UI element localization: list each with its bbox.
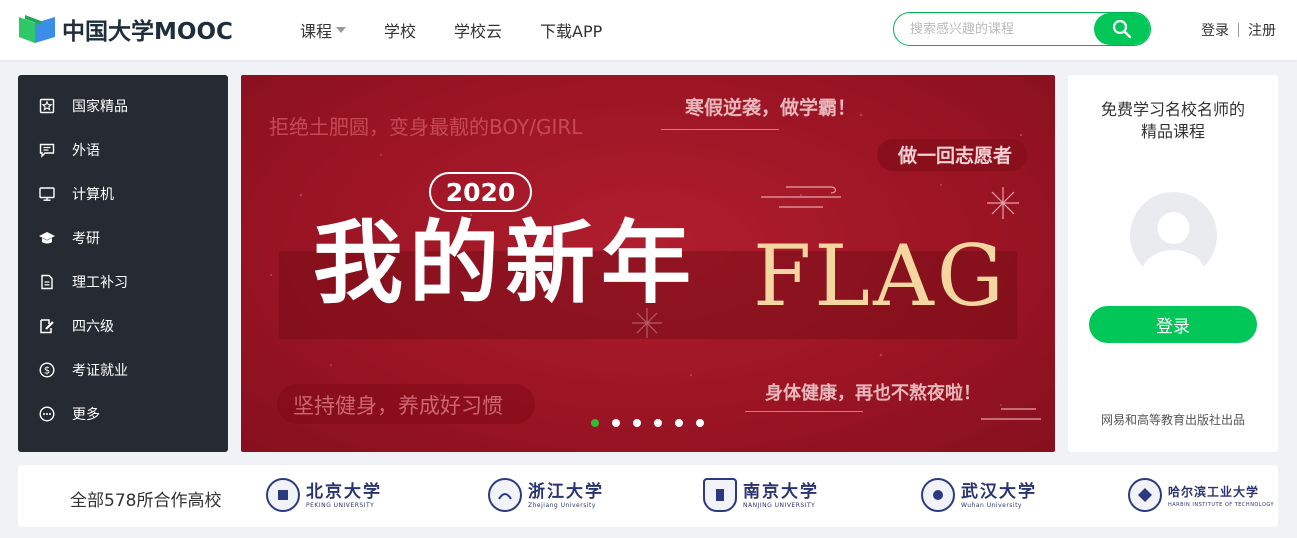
sidebar-item-foreign-language[interactable]: 外语 xyxy=(18,128,228,172)
top-header: 中国大学MOOC 课程 学校 学校云 下载APP 登录 注册 xyxy=(0,0,1297,60)
register-link[interactable]: 注册 xyxy=(1248,20,1276,40)
partner-pku[interactable]: 北京大学 PEKING UNIVERSITY xyxy=(266,478,382,512)
banner-slogan-top-left: 拒绝土肥圆，变身最靓的BOY/GIRL xyxy=(269,115,583,139)
svg-text:$: $ xyxy=(44,366,50,377)
sidebar-item-label: 计算机 xyxy=(72,187,114,203)
sidebar-item-computer[interactable]: 计算机 xyxy=(18,172,228,216)
nav-courses-label: 课程 xyxy=(300,22,333,41)
main-nav: 课程 学校 学校云 下载APP xyxy=(300,0,640,60)
partner-nju[interactable]: 南京大学 NANJING UNIVERSITY xyxy=(703,478,819,512)
sidebar-item-more[interactable]: 更多 xyxy=(18,392,228,436)
sidebar-item-label: 更多 xyxy=(72,407,100,423)
nav-courses[interactable]: 课程 xyxy=(300,18,347,42)
logo-text: 中国大学MOOC xyxy=(62,19,233,45)
banner-slogan-top-right: 寒假逆袭，做学霸！ xyxy=(685,97,857,119)
monitor-icon xyxy=(38,185,56,203)
sidebar-item-label: 外语 xyxy=(72,143,100,159)
partner-hit[interactable]: 哈尔滨工业大学 HARBIN INSTITUTE OF TECHNOLOGY xyxy=(1128,478,1274,512)
graduation-cap-icon xyxy=(38,229,56,247)
partner-universities: 全部578所合作高校 北京大学 PEKING UNIVERSITY 浙江大学 Z… xyxy=(18,465,1278,527)
partner-name-en: Zhejiang University xyxy=(528,501,596,509)
login-link[interactable]: 登录 xyxy=(1201,20,1229,40)
nju-seal-icon xyxy=(703,478,737,512)
partner-name-en: HARBIN INSTITUTE OF TECHNOLOGY xyxy=(1168,502,1275,508)
auth-divider xyxy=(1238,23,1239,37)
mooc-logo[interactable]: 中国大学MOOC xyxy=(17,12,233,46)
search-button[interactable] xyxy=(1094,13,1150,45)
chat-icon xyxy=(38,141,56,159)
login-button[interactable]: 登录 xyxy=(1089,306,1257,343)
carousel-dot-1[interactable] xyxy=(591,419,599,427)
carousel-dot-2[interactable] xyxy=(612,419,620,427)
auth-links: 登录 注册 xyxy=(1201,0,1276,60)
partner-name-cn: 武汉大学 xyxy=(961,481,1037,502)
sidebar-item-postgraduate[interactable]: 考研 xyxy=(18,216,228,260)
carousel-dot-6[interactable] xyxy=(696,419,704,427)
pku-seal-icon xyxy=(266,478,300,512)
all-partners-link[interactable]: 全部578所合作高校 xyxy=(70,486,221,511)
sidebar-item-label: 理工补习 xyxy=(72,275,128,291)
zju-seal-icon xyxy=(488,478,522,512)
search-input[interactable] xyxy=(910,13,1090,45)
hit-seal-icon xyxy=(1128,478,1162,512)
login-card-title-line1: 免费学习名校名师的 xyxy=(1100,100,1245,119)
more-dots-icon xyxy=(38,405,56,423)
banner-flag-title: FLAG xyxy=(753,227,1007,325)
partner-name-en: NANJING UNIVERSITY xyxy=(743,501,816,509)
whu-seal-icon xyxy=(921,478,955,512)
partner-name-cn: 哈尔滨工业大学 xyxy=(1168,485,1260,499)
partner-name-cn: 浙江大学 xyxy=(528,481,604,502)
sidebar-item-label: 国家精品 xyxy=(72,99,128,115)
sidebar-item-science-tutoring[interactable]: 理工补习 xyxy=(18,260,228,304)
star-badge-icon xyxy=(38,97,56,115)
chevron-down-icon xyxy=(336,27,347,33)
dollar-coin-icon: $ xyxy=(38,361,56,379)
document-icon xyxy=(38,273,56,291)
partner-name-en: PEKING UNIVERSITY xyxy=(306,501,375,509)
partner-name-cn: 南京大学 xyxy=(743,481,819,502)
mooc-logo-icon xyxy=(17,13,57,45)
banner-slogan-bottom-right: 身体健康，再也不熬夜啦！ xyxy=(765,383,981,404)
partner-name-en: Wuhan University xyxy=(961,501,1022,509)
nav-download-app-label: 下载APP xyxy=(540,22,603,41)
nav-schools-label: 学校 xyxy=(384,22,417,41)
nav-school-cloud[interactable]: 学校云 xyxy=(454,18,502,42)
partner-zju[interactable]: 浙江大学 Zhejiang University xyxy=(488,478,604,512)
sidebar-item-label: 考证就业 xyxy=(72,363,128,379)
search-box xyxy=(893,12,1151,46)
edit-icon xyxy=(38,317,56,335)
login-card-title: 免费学习名校名师的 精品课程 xyxy=(1068,99,1278,143)
carousel-dot-4[interactable] xyxy=(654,419,662,427)
category-sidebar: 国家精品 外语 计算机 考研 理工补习 四六级 $ 考证就业 更多 xyxy=(18,75,228,452)
search-icon xyxy=(1112,19,1132,39)
banner-volunteer-text: 做一回志愿者 xyxy=(898,145,1013,167)
avatar xyxy=(1130,192,1217,279)
carousel-dot-3[interactable] xyxy=(633,419,641,427)
login-card-footer: 网易和高等教育出版社出品 xyxy=(1100,413,1245,427)
banner-divider xyxy=(745,411,863,412)
nav-download-app[interactable]: 下载APP xyxy=(540,18,602,42)
banner-slogan-bottom-left: 坚持健身，养成好习惯 xyxy=(293,394,503,418)
banner-main-title: 我的新年 xyxy=(313,210,697,316)
nav-schools[interactable]: 学校 xyxy=(384,18,416,42)
sidebar-item-cet[interactable]: 四六级 xyxy=(18,304,228,348)
login-card-title-line2: 精品课程 xyxy=(1140,122,1205,141)
sidebar-item-label: 考研 xyxy=(72,231,100,247)
login-card: 免费学习名校名师的 精品课程 登录 网易和高等教育出版社出品 xyxy=(1068,75,1278,452)
partner-whu[interactable]: 武汉大学 Wuhan University xyxy=(921,478,1037,512)
banner-divider xyxy=(661,129,779,130)
partner-name-cn: 北京大学 xyxy=(306,481,382,502)
carousel-dot-5[interactable] xyxy=(675,419,683,427)
user-placeholder-icon xyxy=(1141,212,1206,279)
sidebar-item-label: 四六级 xyxy=(72,319,114,335)
nav-school-cloud-label: 学校云 xyxy=(454,22,503,41)
carousel-indicators xyxy=(591,419,717,427)
sidebar-item-certificate-career[interactable]: $ 考证就业 xyxy=(18,348,228,392)
promo-banner[interactable]: 拒绝土肥圆，变身最靓的BOY/GIRL 寒假逆袭，做学霸！ 做一回志愿者 202… xyxy=(241,75,1055,452)
sidebar-item-national-quality[interactable]: 国家精品 xyxy=(18,84,228,128)
